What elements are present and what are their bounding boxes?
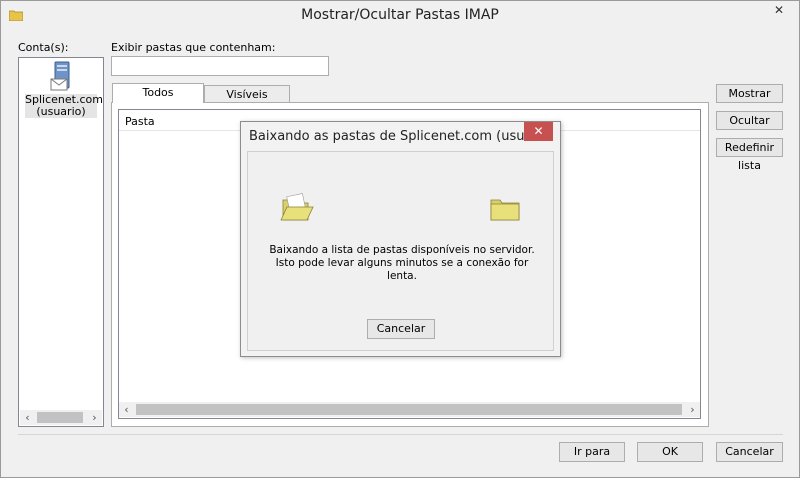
scroll-thumb[interactable]	[37, 412, 83, 423]
scroll-left-icon[interactable]: ‹	[119, 402, 134, 417]
server-mail-icon	[50, 61, 70, 91]
account-item[interactable]: Splicenet.com (usuario)	[25, 61, 103, 119]
tab-visiveis[interactable]: Visíveis	[204, 85, 290, 102]
window-title: Mostrar/Ocultar Pastas IMAP	[301, 7, 499, 23]
scroll-right-icon[interactable]: ›	[87, 410, 102, 425]
separator	[18, 434, 783, 435]
goto-button[interactable]: Ir para	[559, 442, 625, 462]
reset-list-button[interactable]: Redefinir lista	[716, 138, 783, 172]
open-folder-icon	[280, 193, 314, 221]
account-user: (usuario)	[36, 105, 86, 118]
show-button[interactable]: Mostrar	[716, 84, 783, 103]
filter-label: Exibir pastas que contenham:	[111, 41, 276, 54]
close-icon: ✕	[773, 3, 785, 17]
folder-icon	[490, 199, 520, 221]
scroll-right-icon[interactable]: ›	[685, 402, 700, 417]
title-bar: Mostrar/Ocultar Pastas IMAP ✕	[1, 1, 799, 31]
accounts-list[interactable]: Splicenet.com (usuario) ‹ ›	[18, 57, 104, 427]
dialog-title: Baixando as pastas de Splicenet.com (usu…	[249, 129, 554, 144]
dialog-body: Baixando a lista de pastas disponíveis n…	[247, 151, 554, 351]
folder-list-scrollbar[interactable]: ‹ ›	[119, 402, 700, 417]
tab-todos[interactable]: Todos	[112, 83, 204, 103]
cancel-button[interactable]: Cancelar	[716, 442, 783, 462]
hide-button[interactable]: Ocultar	[716, 111, 783, 130]
scroll-thumb[interactable]	[136, 404, 682, 415]
accounts-label: Conta(s):	[18, 41, 69, 54]
filter-input[interactable]	[111, 56, 329, 76]
scroll-left-icon[interactable]: ‹	[20, 410, 35, 425]
close-button[interactable]: ✕	[765, 1, 793, 20]
close-icon: ✕	[533, 124, 544, 138]
ok-button[interactable]: OK	[637, 442, 703, 462]
dialog-close-button[interactable]: ✕	[524, 122, 553, 141]
dialog-message: Baixando a lista de pastas disponíveis n…	[269, 244, 535, 282]
download-progress-dialog: Baixando as pastas de Splicenet.com (usu…	[240, 121, 561, 357]
dialog-cancel-button[interactable]: Cancelar	[367, 319, 435, 339]
accounts-scrollbar[interactable]: ‹ ›	[20, 410, 102, 425]
